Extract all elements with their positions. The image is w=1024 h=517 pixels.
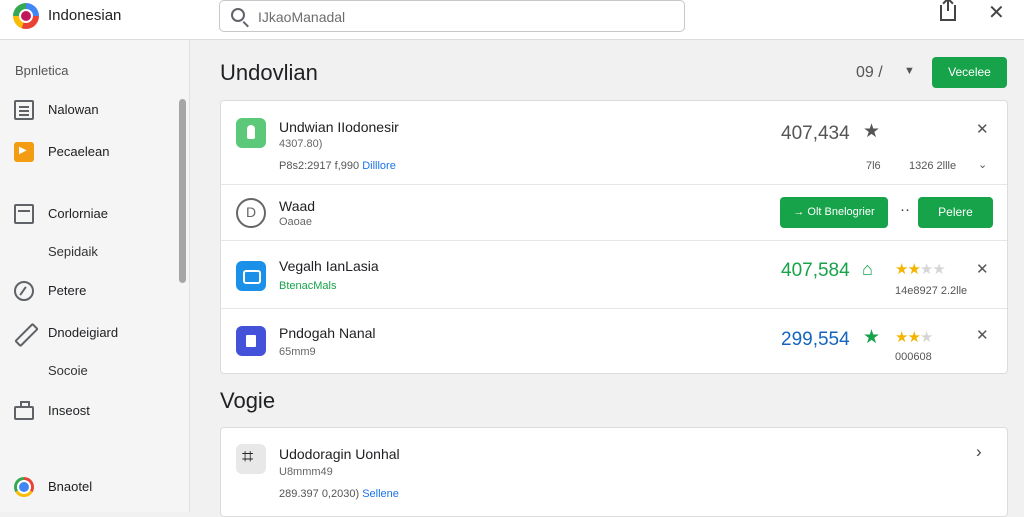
sidebar-item-label: Corlorniae <box>48 206 108 221</box>
sidebar-item-label: Inseost <box>48 403 90 418</box>
action-button-label: Olt Bnelogrier <box>807 206 875 218</box>
pencil-icon <box>14 323 34 343</box>
sidebar-item-inseost[interactable]: Inseost <box>0 396 180 426</box>
item-title: Undwian IIodonesir <box>279 119 399 135</box>
compass-icon <box>14 281 34 301</box>
item-small-right: 000608 <box>895 351 932 363</box>
close-icon[interactable]: ✕ <box>976 260 989 278</box>
primary-button[interactable]: Vecelee <box>932 57 1007 88</box>
outline-d-icon <box>236 198 266 228</box>
sidebar-subitem-socoie[interactable]: Socoie <box>48 363 88 378</box>
search-icon <box>231 8 245 22</box>
arrow-icon: → <box>793 206 805 218</box>
orange-app-icon <box>14 142 34 162</box>
chrome-icon <box>14 477 34 497</box>
item-title: Waad <box>279 198 316 214</box>
item-title: Pndogah Nanal <box>279 325 376 341</box>
item-small-right: 1326 2llle <box>909 160 957 172</box>
close-icon[interactable]: ✕ <box>988 3 1005 23</box>
rating-stars[interactable]: ★★★★ <box>895 260 946 278</box>
close-icon[interactable]: ✕ <box>976 326 989 344</box>
sidebar-item-pecaelean[interactable]: Pecaelean <box>0 137 180 167</box>
grid-app-icon <box>236 444 266 474</box>
box-icon <box>14 401 34 420</box>
sidebar-section-label: Bpnletica <box>15 63 69 78</box>
sidebar-item-label: Nalowan <box>48 102 99 117</box>
list-item[interactable]: Udodoragin Uonhal U8mmm49 289.397 0,2030… <box>221 428 1007 516</box>
chevron-right-icon[interactable]: › <box>976 442 982 462</box>
app-title: Indonesian <box>48 7 122 24</box>
rating-stars[interactable]: ★★★ <box>895 328 933 346</box>
sidebar-item-label: Pecaelean <box>48 144 110 159</box>
sidebar: Bpnletica Nalowan Pecaelean Corlorniae S… <box>0 40 190 512</box>
item-button[interactable]: Pelere <box>918 197 993 228</box>
sidebar-item-dnodeigiard[interactable]: Dnodeigiard <box>0 318 180 348</box>
section-card: Udodoragin Uonhal U8mmm49 289.397 0,2030… <box>220 427 1008 517</box>
item-value: 299,554 <box>781 329 850 350</box>
home-icon[interactable]: ⌂ <box>862 259 873 280</box>
item-subtitle: 4307.80) <box>279 138 323 150</box>
item-meta-text: 289.397 0,2030) <box>279 488 363 500</box>
calendar-icon <box>14 204 34 224</box>
star-icon[interactable]: ★ <box>863 120 880 143</box>
item-value: 407,584 <box>781 260 850 281</box>
sidebar-scrollbar[interactable] <box>179 99 186 283</box>
item-subtitle: Oaoae <box>279 216 313 228</box>
item-meta: 289.397 0,2030) Sellene <box>279 488 399 500</box>
list-item[interactable]: Vegalh IanLasia BtenacMals 407,584 ⌂ ★★★… <box>221 241 1007 309</box>
sidebar-item-petere[interactable]: Petere <box>0 276 180 306</box>
close-icon[interactable]: ✕ <box>976 120 989 138</box>
chevron-down-icon[interactable]: ⌄ <box>978 158 987 171</box>
item-subtitle: BtenacMals <box>279 280 337 292</box>
more-icon[interactable]: ·· <box>900 201 910 218</box>
list-item[interactable]: Waad Oaoae → Olt Bnelogrier ·· Pelere <box>221 185 1007 241</box>
action-button[interactable]: → Olt Bnelogrier <box>780 197 888 228</box>
item-title: Vegalh IanLasia <box>279 258 379 274</box>
person-app-icon <box>236 118 266 148</box>
item-value: 407,434 <box>781 123 850 144</box>
item-meta: P8s2:2917 f,990 Dilllore <box>279 160 396 172</box>
sidebar-item-corlorniae[interactable]: Corlorniae <box>0 199 180 229</box>
chevron-down-icon[interactable]: ▼ <box>904 65 915 77</box>
list-item[interactable]: Pndogah Nanal 65mm9 299,554 ★ ★★★ ✕ 0006… <box>221 309 1007 373</box>
item-small-right: 14e8927 2.2lle <box>895 285 968 297</box>
item-subtitle: U8mmm49 <box>279 466 333 478</box>
page-indicator: 09 / <box>856 64 883 81</box>
item-subtitle: 65mm9 <box>279 346 316 358</box>
search-input[interactable]: IJkaoManadal <box>219 0 685 32</box>
sidebar-item-nalowan[interactable]: Nalowan <box>0 95 180 125</box>
document-app-icon <box>236 326 266 356</box>
sidebar-subitem-sepidaik[interactable]: Sepidaik <box>48 244 98 259</box>
sidebar-item-label: Petere <box>48 283 87 298</box>
sidebar-item-label: Bnaotel <box>48 479 93 494</box>
star-icon[interactable]: ★ <box>863 326 880 349</box>
document-icon <box>14 100 34 120</box>
sidebar-item-label: Dnodeigiard <box>48 325 119 340</box>
top-bar: Indonesian IJkaoManadal ✕ <box>0 0 1024 40</box>
item-title: Udodoragin Uonhal <box>279 446 400 462</box>
item-link[interactable]: Dilllore <box>362 160 396 172</box>
results-card: Undwian IIodonesir 4307.80) P8s2:2917 f,… <box>220 100 1008 374</box>
app-logo-icon <box>13 3 39 29</box>
item-meta-text: P8s2:2917 f,990 <box>279 160 363 172</box>
page-title: Undovlian <box>220 60 318 85</box>
item-small-left: 7l6 <box>866 160 881 172</box>
chat-app-icon <box>236 261 266 291</box>
search-placeholder: IJkaoManadal <box>258 9 346 25</box>
sidebar-item-bnaotel[interactable]: Bnaotel <box>0 472 180 502</box>
list-item[interactable]: Undwian IIodonesir 4307.80) P8s2:2917 f,… <box>221 101 1007 185</box>
section-title: Vogie <box>220 388 276 413</box>
share-icon[interactable] <box>940 0 956 21</box>
item-link[interactable]: Sellene <box>362 488 399 500</box>
